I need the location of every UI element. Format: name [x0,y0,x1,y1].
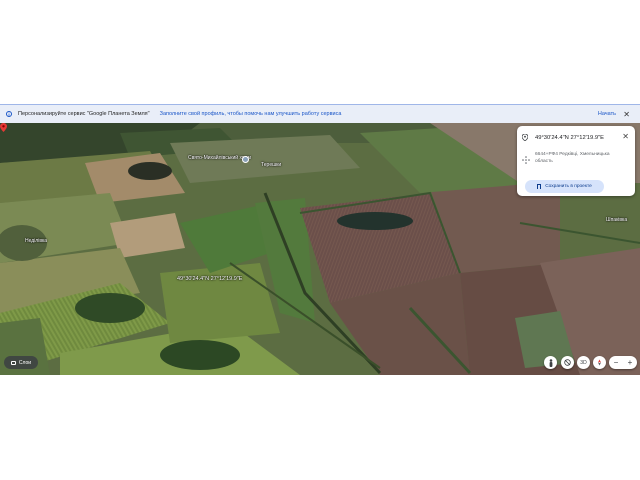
start-button[interactable]: Начать [598,111,616,117]
hide-3d-icon[interactable] [561,356,574,369]
save-to-project-button[interactable]: Сохранить в проекте [525,180,604,193]
info-icon: i [6,111,12,117]
card-address-line2: область [535,158,553,164]
card-close-icon[interactable]: ✕ [622,132,629,141]
zoom-controls: − + [609,356,637,369]
street-view-pegman-icon[interactable] [544,356,557,369]
zoom-in-button[interactable]: + [628,358,633,367]
location-pin-icon[interactable] [0,123,7,132]
marker-coord-label: 49°30'24.4"N 27°12'19.9"E [177,276,243,282]
landmark-icon[interactable] [242,156,249,163]
view-3d-toggle[interactable]: 3D [577,356,590,369]
place-label-tereshky[interactable]: Терешки [261,162,281,168]
earth-app: i Персонализируйте сервис "Google Планет… [0,104,640,375]
save-to-project-label: Сохранить в проекте [545,184,592,189]
place-label-shpakivka[interactable]: Шпаківка [606,217,627,223]
place-label-nedilivka[interactable]: Неділівка [25,238,47,244]
location-info-card: 49°30'24.4"N 27°12'19.9"E ✕ 6644+РФ4 Ред… [517,126,635,196]
card-coords: 49°30'24.4"N 27°12'19.9"E [535,134,604,141]
banner-subtitle[interactable]: Заполните свой профиль, чтобы помочь нам… [160,111,342,117]
card-address: 6644+РФ4 Редківці, Хмельницька область [535,152,627,165]
zoom-out-button[interactable]: − [614,358,619,367]
card-coords-row: 49°30'24.4"N 27°12'19.9"E [522,134,604,141]
layers-button[interactable]: Слои [4,356,38,369]
layers-label: Слои [18,359,32,366]
close-icon[interactable]: ✕ [623,110,630,119]
banner-title: Персонализируйте сервис "Google Планета … [18,111,150,117]
layers-icon [10,360,16,365]
plus-code-icon [522,156,530,164]
place-marker-icon [522,134,528,141]
bookmark-icon [537,184,542,189]
survey-banner: i Персонализируйте сервис "Google Планет… [0,104,640,123]
compass-icon[interactable] [593,356,606,369]
